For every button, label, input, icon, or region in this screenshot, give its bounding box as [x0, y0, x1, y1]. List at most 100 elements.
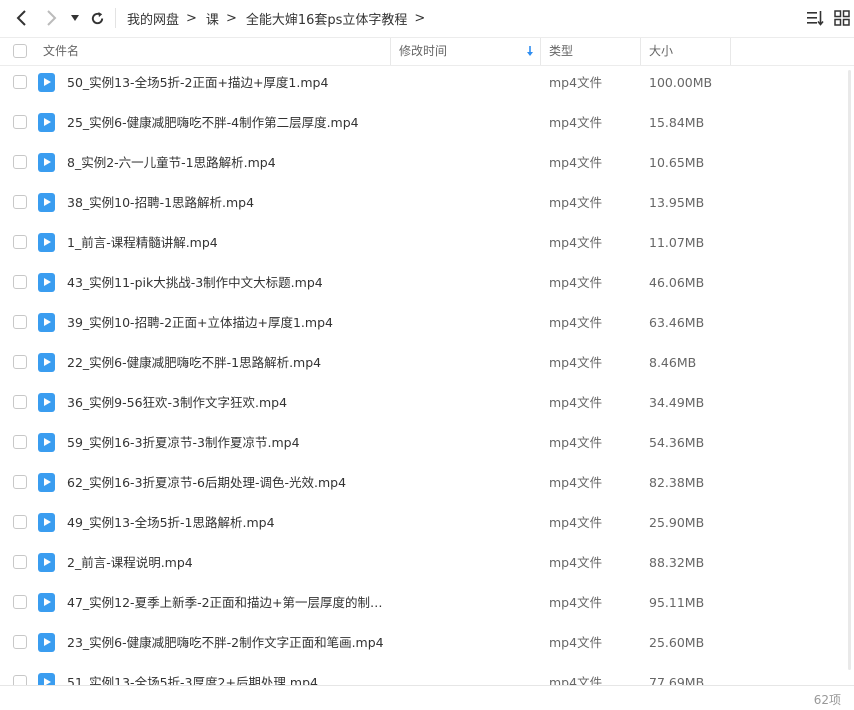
- history-dropdown-button[interactable]: [68, 6, 82, 30]
- file-name[interactable]: 39_实例10-招聘-2正面+立体描边+厚度1.mp4: [67, 306, 333, 340]
- file-name[interactable]: 47_实例12-夏季上新季-2正面和描边+第一层厚度的制作....: [67, 586, 387, 620]
- file-type: mp4文件: [549, 475, 603, 490]
- file-row[interactable]: 25_实例6-健康减肥嗨吃不胖-4制作第二层厚度.mp4 mp4文件 15.84MB: [0, 106, 854, 146]
- file-type: mp4文件: [549, 275, 603, 290]
- refresh-icon: [91, 11, 103, 24]
- file-name[interactable]: 51_实例13-全场5折-3厚度2+后期处理.mp4: [67, 666, 318, 685]
- row-checkbox[interactable]: [13, 395, 27, 409]
- file-name[interactable]: 49_实例13-全场5折-1思路解析.mp4: [67, 506, 275, 540]
- grid-view-button[interactable]: [833, 9, 851, 27]
- column-header-modified[interactable]: 修改时间: [399, 38, 447, 65]
- file-name[interactable]: 59_实例16-3折夏凉节-3制作夏凉节.mp4: [67, 426, 300, 460]
- file-type: mp4文件: [549, 435, 603, 450]
- file-size: 100.00MB: [649, 75, 713, 90]
- breadcrumb-item-current[interactable]: 全能大婶16套ps立体字教程: [246, 9, 408, 28]
- breadcrumb-item-folder[interactable]: 课: [206, 9, 219, 28]
- row-checkbox[interactable]: [13, 315, 27, 329]
- file-row[interactable]: 22_实例6-健康减肥嗨吃不胖-1思路解析.mp4 mp4文件 8.46MB: [0, 346, 854, 386]
- row-checkbox[interactable]: [13, 475, 27, 489]
- file-type: mp4文件: [549, 235, 603, 250]
- sort-list-icon: [807, 11, 824, 26]
- back-button[interactable]: [12, 6, 32, 30]
- file-row[interactable]: 1_前言-课程精髓讲解.mp4 mp4文件 11.07MB: [0, 226, 854, 266]
- vertical-scrollbar[interactable]: [848, 70, 851, 670]
- select-all-checkbox[interactable]: [13, 44, 27, 58]
- file-row[interactable]: 50_实例13-全场5折-2正面+描边+厚度1.mp4 mp4文件 100.00MB: [0, 66, 854, 106]
- row-checkbox[interactable]: [13, 275, 27, 289]
- video-file-icon: [38, 113, 55, 132]
- row-checkbox[interactable]: [13, 635, 27, 649]
- file-name[interactable]: 8_实例2-六一儿童节-1思路解析.mp4: [67, 146, 276, 180]
- file-size: 34.49MB: [649, 395, 705, 410]
- file-size: 46.06MB: [649, 275, 705, 290]
- video-file-icon: [38, 633, 55, 652]
- file-type: mp4文件: [549, 395, 603, 410]
- row-checkbox[interactable]: [13, 555, 27, 569]
- column-header-size[interactable]: 大小: [649, 38, 673, 65]
- video-file-icon: [38, 433, 55, 452]
- file-type: mp4文件: [549, 635, 603, 650]
- file-row[interactable]: 47_实例12-夏季上新季-2正面和描边+第一层厚度的制作.... mp4文件 95…: [0, 586, 854, 626]
- row-checkbox[interactable]: [13, 75, 27, 89]
- row-checkbox[interactable]: [13, 515, 27, 529]
- file-type: mp4文件: [549, 195, 603, 210]
- file-row[interactable]: 59_实例16-3折夏凉节-3制作夏凉节.mp4 mp4文件 54.36MB: [0, 426, 854, 466]
- file-name[interactable]: 38_实例10-招聘-1思路解析.mp4: [67, 186, 254, 220]
- file-type: mp4文件: [549, 515, 603, 530]
- toolbar-divider: [115, 8, 116, 28]
- file-type: mp4文件: [549, 595, 603, 610]
- row-checkbox[interactable]: [13, 355, 27, 369]
- file-row[interactable]: 36_实例9-56狂欢-3制作文字狂欢.mp4 mp4文件 34.49MB: [0, 386, 854, 426]
- file-name[interactable]: 23_实例6-健康减肥嗨吃不胖-2制作文字正面和笔画.mp4: [67, 626, 384, 660]
- video-file-icon: [38, 553, 55, 572]
- file-type: mp4文件: [549, 675, 603, 685]
- file-name[interactable]: 62_实例16-3折夏凉节-6后期处理-调色-光效.mp4: [67, 466, 346, 500]
- row-checkbox[interactable]: [13, 235, 27, 249]
- row-checkbox[interactable]: [13, 435, 27, 449]
- column-header-type[interactable]: 类型: [549, 38, 573, 65]
- file-browser-window: 我的网盘 > 课 > 全能大婶16套ps立体字教程 > 文件名 修改时间 类型 …: [0, 0, 854, 710]
- file-size: 15.84MB: [649, 115, 705, 130]
- row-checkbox[interactable]: [13, 595, 27, 609]
- row-checkbox[interactable]: [13, 115, 27, 129]
- file-row[interactable]: 43_实例11-pik大挑战-3制作中文大标题.mp4 mp4文件 46.06MB: [0, 266, 854, 306]
- breadcrumb-item-root[interactable]: 我的网盘: [127, 9, 179, 28]
- video-file-icon: [38, 473, 55, 492]
- file-size: 25.90MB: [649, 515, 705, 530]
- file-row[interactable]: 38_实例10-招聘-1思路解析.mp4 mp4文件 13.95MB: [0, 186, 854, 226]
- video-file-icon: [38, 313, 55, 332]
- file-row[interactable]: 8_实例2-六一儿童节-1思路解析.mp4 mp4文件 10.65MB: [0, 146, 854, 186]
- row-checkbox[interactable]: [13, 675, 27, 685]
- sort-descending-icon: [526, 46, 534, 60]
- row-checkbox[interactable]: [13, 195, 27, 209]
- file-row[interactable]: 2_前言-课程说明.mp4 mp4文件 88.32MB: [0, 546, 854, 586]
- row-checkbox[interactable]: [13, 155, 27, 169]
- video-file-icon: [38, 393, 55, 412]
- file-size: 10.65MB: [649, 155, 705, 170]
- file-name[interactable]: 2_前言-课程说明.mp4: [67, 546, 193, 580]
- column-header-name[interactable]: 文件名: [43, 38, 79, 65]
- file-name[interactable]: 22_实例6-健康减肥嗨吃不胖-1思路解析.mp4: [67, 346, 321, 380]
- caret-down-icon: [71, 15, 79, 21]
- file-name[interactable]: 50_实例13-全场5折-2正面+描边+厚度1.mp4: [67, 66, 328, 100]
- video-file-icon: [38, 193, 55, 212]
- file-size: 11.07MB: [649, 235, 705, 250]
- file-row[interactable]: 51_实例13-全场5折-3厚度2+后期处理.mp4 mp4文件 77.69MB: [0, 666, 854, 685]
- file-name[interactable]: 25_实例6-健康减肥嗨吃不胖-4制作第二层厚度.mp4: [67, 106, 359, 140]
- file-name[interactable]: 43_实例11-pik大挑战-3制作中文大标题.mp4: [67, 266, 323, 300]
- column-header: 文件名 修改时间 类型 大小: [0, 37, 854, 66]
- file-type: mp4文件: [549, 155, 603, 170]
- file-row[interactable]: 23_实例6-健康减肥嗨吃不胖-2制作文字正面和笔画.mp4 mp4文件 25.60…: [0, 626, 854, 666]
- file-name[interactable]: 1_前言-课程精髓讲解.mp4: [67, 226, 218, 260]
- refresh-button[interactable]: [87, 6, 107, 30]
- column-divider: [640, 38, 641, 65]
- file-row[interactable]: 62_实例16-3折夏凉节-6后期处理-调色-光效.mp4 mp4文件 82.38M…: [0, 466, 854, 506]
- sort-list-button[interactable]: [806, 9, 824, 27]
- item-count: 62项: [813, 693, 841, 707]
- forward-button[interactable]: [41, 6, 61, 30]
- file-size: 8.46MB: [649, 355, 697, 370]
- column-divider: [540, 38, 541, 65]
- file-name[interactable]: 36_实例9-56狂欢-3制作文字狂欢.mp4: [67, 386, 287, 420]
- file-row[interactable]: 39_实例10-招聘-2正面+立体描边+厚度1.mp4 mp4文件 63.46MB: [0, 306, 854, 346]
- file-row[interactable]: 49_实例13-全场5折-1思路解析.mp4 mp4文件 25.90MB: [0, 506, 854, 546]
